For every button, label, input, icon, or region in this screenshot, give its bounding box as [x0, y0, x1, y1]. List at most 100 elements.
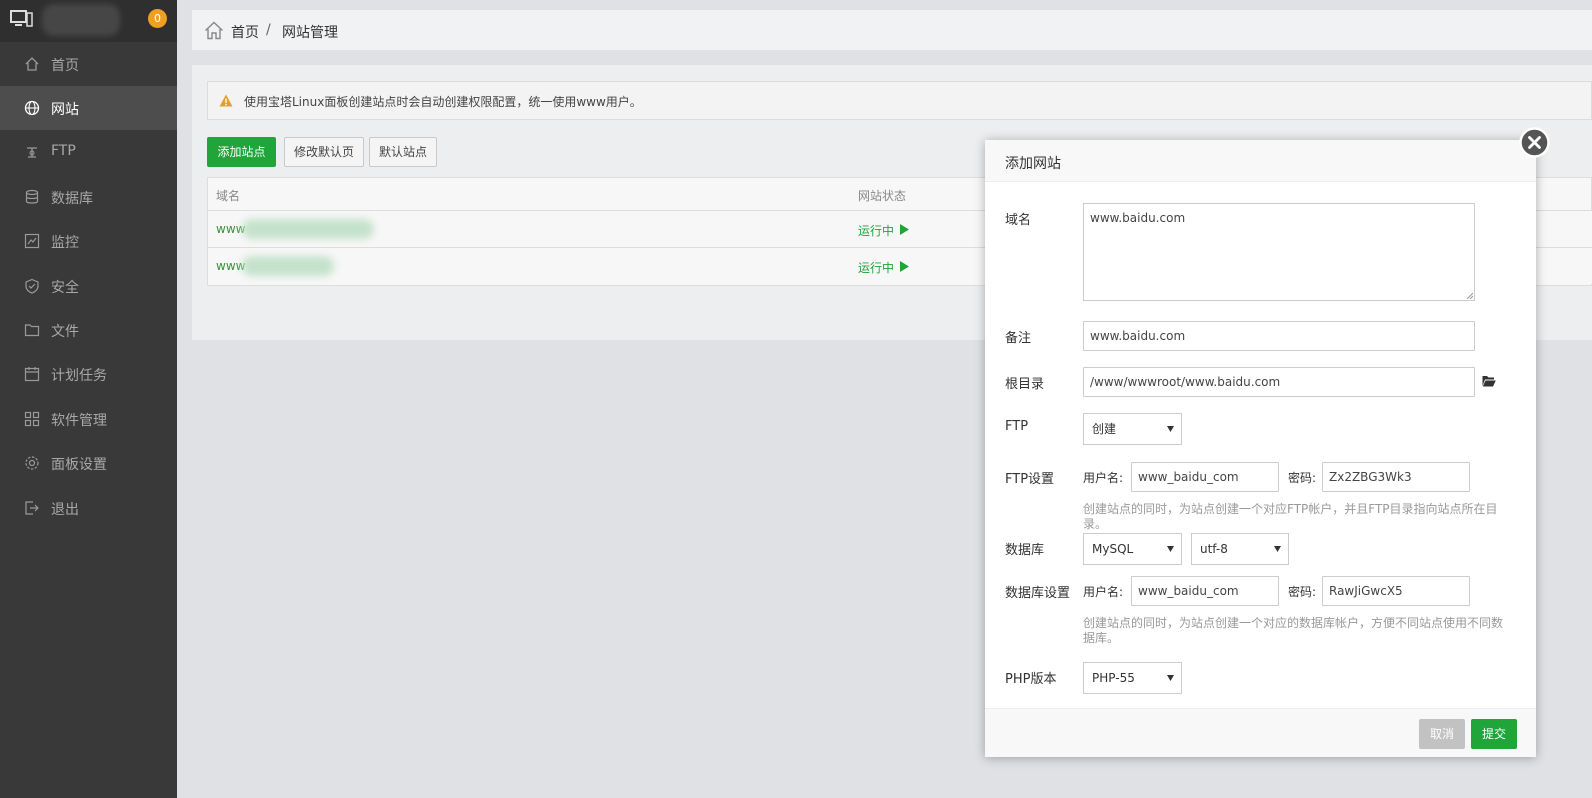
sidebar-item-files[interactable]: 文件 [0, 308, 177, 352]
notification-badge[interactable]: 0 [148, 9, 167, 28]
database-charset-select[interactable]: utf-8 [1191, 533, 1289, 565]
ftp-username-label: 用户名: [1083, 471, 1124, 485]
column-header-domain[interactable]: 域名 [216, 187, 240, 204]
domain-textarea-value: www.baidu.com [1090, 211, 1186, 225]
folder-icon [24, 324, 40, 337]
php-version-value: PHP-55 [1092, 671, 1135, 685]
sidebar-item-label: FTP [51, 143, 76, 159]
php-version-select[interactable]: PHP-55 [1083, 662, 1182, 694]
play-icon[interactable] [900, 261, 909, 272]
sidebar: 0 首页 网站 FTP 数据库 监控 安全 文件 计划任务 软件管理 面板设置 [0, 0, 177, 798]
sidebar-item-software[interactable]: 软件管理 [0, 397, 177, 441]
sidebar-item-security[interactable]: 安全 [0, 264, 177, 308]
sidebar-item-label: 网站 [51, 102, 79, 118]
sidebar-item-home[interactable]: 首页 [0, 42, 177, 86]
remark-input[interactable]: www.baidu.com [1083, 321, 1475, 351]
ftp-select-value: 创建 [1092, 422, 1117, 436]
redacted-domain [242, 256, 334, 276]
notice-text: 使用宝塔Linux面板创建站点时会自动创建权限配置，统一使用www用户。 [244, 95, 642, 109]
default-site-button[interactable]: 默认站点 [369, 137, 437, 167]
add-site-button[interactable]: 添加站点 [207, 137, 276, 167]
server-name-blurred [42, 4, 120, 36]
ftp-select[interactable]: 创建 [1083, 413, 1182, 445]
sidebar-item-database[interactable]: 数据库 [0, 175, 177, 219]
sidebar-item-label: 监控 [51, 235, 79, 251]
resize-grip-icon[interactable] [1465, 291, 1473, 299]
shield-icon [25, 278, 39, 294]
ftp-username-input[interactable]: www_baidu_com [1131, 462, 1279, 492]
ftp-password-label: 密码: [1288, 471, 1317, 485]
chevron-down-icon [1167, 546, 1174, 552]
notice-bar: 使用宝塔Linux面板创建站点时会自动创建权限配置，统一使用www用户。 [207, 81, 1592, 120]
calendar-icon [24, 367, 40, 382]
domain-textarea[interactable]: www.baidu.com [1083, 203, 1475, 301]
breadcrumb-separator: / [266, 22, 271, 38]
submit-button[interactable]: 提交 [1471, 719, 1517, 749]
database-charset-value: utf-8 [1200, 542, 1228, 556]
php-version-label: PHP版本 [1005, 672, 1057, 687]
add-website-dialog: 添加网站 域名 www.baidu.com 备注 www.baidu.com 根… [985, 140, 1536, 757]
edit-default-page-button[interactable]: 修改默认页 [284, 137, 364, 167]
db-password-input[interactable]: RawJiGwcX5 [1322, 576, 1470, 606]
db-username-label: 用户名: [1083, 585, 1124, 599]
chevron-down-icon [1274, 546, 1281, 552]
remark-label: 备注 [1005, 331, 1032, 346]
database-type-select[interactable]: MySQL [1083, 533, 1182, 565]
ftp-label: FTP [1005, 419, 1029, 434]
database-type-value: MySQL [1092, 542, 1134, 556]
ftp-password-input[interactable]: Zx2ZBG3Wk3 [1322, 462, 1470, 492]
apps-grid-icon [24, 411, 40, 427]
root-dir-input[interactable]: /www/wwwroot/www.baidu.com [1083, 367, 1475, 397]
sidebar-item-cron[interactable]: 计划任务 [0, 352, 177, 396]
close-icon[interactable] [1519, 127, 1550, 158]
dialog-title: 添加网站 [1005, 156, 1061, 172]
dialog-footer: 取消 提交 [985, 708, 1536, 757]
site-status[interactable]: 运行中 [858, 259, 894, 276]
sidebar-item-label: 面板设置 [51, 457, 107, 473]
gear-icon [25, 456, 39, 470]
redacted-domain [242, 219, 374, 239]
sidebar-item-monitor[interactable]: 监控 [0, 219, 177, 263]
db-username-input[interactable]: www_baidu_com [1131, 576, 1279, 606]
monitor-chart-icon [24, 233, 40, 249]
db-settings-label: 数据库设置 [1005, 586, 1071, 601]
database-icon [25, 189, 39, 204]
breadcrumb: 首页 / 网站管理 [192, 10, 1592, 51]
sidebar-item-label: 安全 [51, 280, 79, 296]
sidebar-item-label: 退出 [51, 502, 79, 518]
database-label: 数据库 [1005, 543, 1045, 558]
sidebar-item-label: 文件 [51, 324, 79, 340]
home-icon [25, 57, 39, 71]
breadcrumb-home-link[interactable]: 首页 [231, 22, 259, 42]
site-status[interactable]: 运行中 [858, 222, 894, 239]
sidebar-item-label: 计划任务 [51, 368, 107, 384]
globe-icon [24, 100, 40, 116]
sidebar-item-settings[interactable]: 面板设置 [0, 441, 177, 485]
cancel-button[interactable]: 取消 [1419, 719, 1465, 749]
dialog-header: 添加网站 [985, 140, 1536, 182]
play-icon[interactable] [900, 224, 909, 235]
sidebar-item-ftp[interactable]: FTP [0, 130, 177, 174]
ftp-icon [27, 147, 37, 158]
sidebar-item-logout[interactable]: 退出 [0, 486, 177, 530]
monitor-icon [10, 10, 33, 27]
ftp-hint: 创建站点的同时，为站点创建一个对应FTP帐户，并且FTP目录指向站点所在目录。 [1083, 502, 1498, 531]
chevron-down-icon [1167, 426, 1174, 432]
chevron-down-icon [1167, 675, 1174, 681]
sidebar-item-website[interactable]: 网站 [0, 86, 177, 130]
home-icon[interactable] [204, 21, 224, 40]
column-header-status[interactable]: 网站状态 [858, 187, 906, 204]
domain-label: 域名 [1005, 213, 1032, 228]
sidebar-header: 0 [0, 0, 177, 42]
ftp-settings-label: FTP设置 [1005, 472, 1055, 487]
sidebar-item-label: 数据库 [51, 191, 93, 207]
db-hint: 创建站点的同时，为站点创建一个对应的数据库帐户，方便不同站点使用不同数据库。 [1083, 616, 1504, 645]
root-dir-label: 根目录 [1005, 377, 1045, 392]
breadcrumb-current: 网站管理 [282, 25, 338, 41]
sidebar-item-label: 首页 [51, 58, 79, 74]
warning-icon [219, 94, 233, 107]
db-password-label: 密码: [1288, 585, 1317, 599]
logout-icon [25, 501, 39, 515]
folder-open-icon[interactable] [1482, 375, 1496, 387]
sidebar-item-label: 软件管理 [51, 413, 107, 429]
